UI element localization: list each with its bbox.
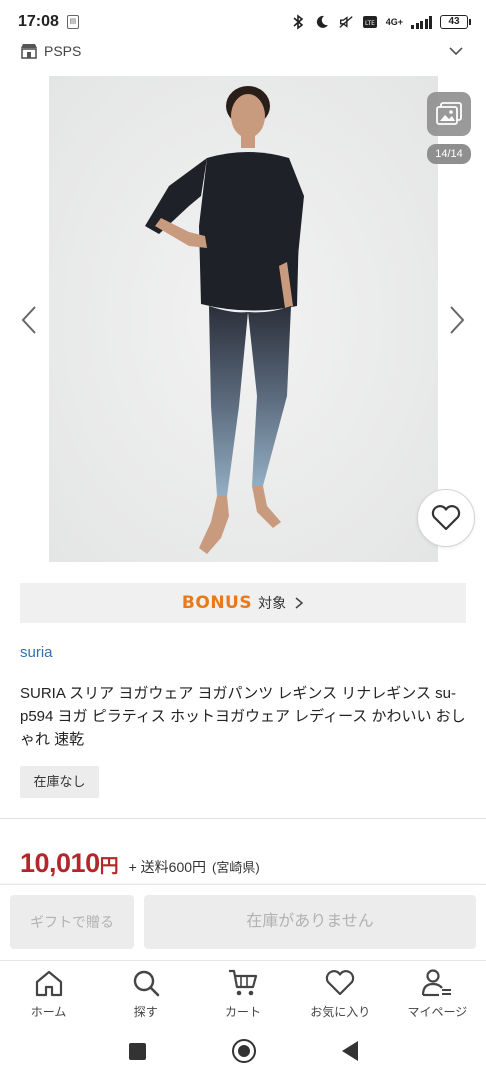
chevron-left-icon — [21, 306, 36, 334]
tab-label: マイページ — [407, 1005, 468, 1019]
status-time: 17:08 — [18, 13, 59, 30]
gallery-button[interactable] — [427, 92, 471, 136]
stock-status-badge: 在庫なし — [20, 766, 99, 798]
cart-icon — [227, 967, 259, 999]
moon-icon — [314, 14, 330, 30]
notification-icon: ▤ — [66, 15, 79, 29]
heart-icon — [324, 967, 356, 999]
search-icon — [130, 967, 162, 999]
battery-icon: 43 — [440, 15, 471, 29]
chevron-right-icon — [295, 597, 304, 609]
bluetooth-icon — [290, 14, 306, 30]
tab-favorites[interactable]: お気に入り — [292, 961, 389, 1022]
image-page-indicator: 14/14 — [427, 144, 471, 164]
price-currency: 円 — [99, 856, 119, 877]
bonus-banner[interactable]: BONUS 対象 — [20, 583, 466, 623]
volte-icon: LTE — [362, 14, 378, 30]
signal-icon — [411, 15, 432, 29]
action-bar: ギフトで贈る 在庫がありません — [0, 884, 486, 960]
gift-button[interactable]: ギフトで贈る — [10, 895, 134, 949]
image-gallery-icon — [436, 102, 462, 125]
chevron-down-icon[interactable] — [446, 41, 466, 61]
brand-link[interactable]: suria — [20, 644, 53, 661]
back-button[interactable] — [341, 1041, 358, 1061]
home-button[interactable] — [231, 1039, 256, 1063]
bonus-label: 対象 — [258, 595, 287, 611]
heart-icon — [431, 505, 461, 531]
tab-mypage[interactable]: マイページ — [389, 961, 486, 1022]
price: 10,010 — [20, 848, 100, 878]
divider — [0, 818, 486, 819]
mute-icon — [338, 14, 354, 30]
recent-apps-button[interactable] — [128, 1042, 146, 1060]
bonus-logo: BONUS — [181, 593, 253, 613]
store-header[interactable]: PSPS — [0, 36, 486, 66]
favorite-button[interactable] — [417, 489, 475, 547]
previous-image-button[interactable] — [14, 300, 44, 340]
svg-text:LTE: LTE — [365, 20, 375, 27]
shipping-region[interactable]: (宮崎県) — [212, 857, 260, 876]
tab-search[interactable]: 探す — [97, 961, 194, 1022]
store-icon — [21, 44, 37, 59]
chevron-right-icon — [450, 306, 465, 334]
user-icon — [421, 967, 453, 999]
network-type: 4G+ — [385, 17, 403, 27]
tab-cart[interactable]: カート — [194, 961, 291, 1022]
bottom-tab-bar: ホーム 探す カート お気に入り マイページ — [0, 960, 486, 1022]
out-of-stock-button[interactable]: 在庫がありません — [144, 895, 476, 949]
price-row: 10,010 円 + 送料600円 (宮崎県) — [20, 848, 260, 879]
store-name: PSPS — [44, 43, 82, 59]
next-image-button[interactable] — [442, 300, 472, 340]
product-image[interactable] — [49, 76, 438, 562]
tab-home[interactable]: ホーム — [0, 961, 97, 1022]
tab-label: 探す — [133, 1005, 158, 1019]
home-icon — [33, 967, 65, 999]
tab-label: カート — [225, 1005, 262, 1019]
system-nav-bar — [0, 1022, 486, 1080]
tab-label: ホーム — [30, 1005, 67, 1019]
status-icons: LTE 4G+ 43 — [290, 14, 471, 30]
tab-label: お気に入り — [310, 1005, 371, 1019]
shipping-fee: + 送料600円 — [128, 859, 207, 875]
product-title: SURIA スリア ヨガウェア ヨガパンツ レギンス リナレギンス su-p59… — [20, 685, 466, 748]
